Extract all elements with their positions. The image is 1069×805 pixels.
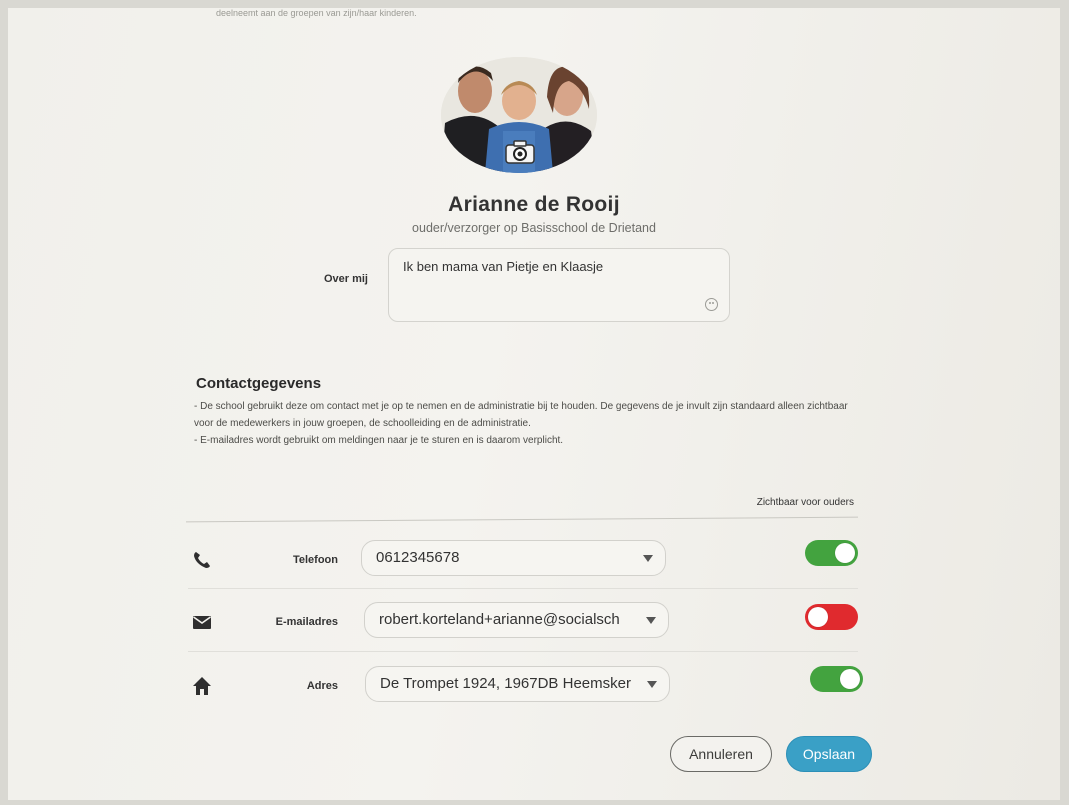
visible-for-parents-header: Zichtbaar voor ouders [756,497,854,508]
email-label: E-mailadres [275,616,338,628]
email-visibility-toggle[interactable] [805,604,858,630]
about-label: Over mij [323,273,368,285]
phone-label: Telefoon [292,554,338,566]
chevron-down-icon [647,681,657,688]
contact-row-address: Adres De Trompet 1924, 1967DB Heemsker [8,666,1060,710]
address-value: De Trompet 1924, 1967DB Heemsker [380,675,631,692]
contact-row-phone: Telefoon 0612345678 [8,540,1060,584]
profile-role: ouder/verzorger op Basisschool de Drieta… [412,221,656,235]
address-label: Adres [306,680,338,692]
address-select[interactable]: De Trompet 1924, 1967DB Heemsker [365,666,670,702]
contact-row-email: E-mailadres robert.korteland+arianne@soc… [8,602,1060,646]
home-icon [193,677,211,695]
save-button[interactable]: Opslaan [786,736,872,772]
phone-visibility-toggle[interactable] [805,540,858,566]
profile-edit-page: deelneemt aan de groepen van zijn/haar k… [8,8,1060,800]
contact-info-text: - De school gebruikt deze om contact met… [194,398,854,449]
envelope-icon [193,616,211,629]
chevron-down-icon [643,555,653,562]
row-divider [188,588,858,589]
emoji-icon[interactable] [705,298,718,311]
email-value: robert.korteland+arianne@socialsch [379,611,620,628]
contact-info-line-2: - E-mailadres wordt gebruikt om meldinge… [194,435,564,446]
email-select[interactable]: robert.korteland+arianne@socialsch [364,602,669,638]
cancel-button[interactable]: Annuleren [670,736,772,772]
profile-name: Arianne de Rooij [448,193,620,216]
camera-icon[interactable] [505,140,535,164]
row-divider [188,651,858,652]
divider [186,516,858,523]
chevron-down-icon [646,617,656,624]
truncated-intro-text: deelneemt aan de groepen van zijn/haar k… [216,8,417,18]
phone-value: 0612345678 [376,549,460,566]
contact-info-line-1: - De school gebruikt deze om contact met… [194,401,848,429]
phone-select[interactable]: 0612345678 [361,540,666,576]
phone-icon [194,552,210,568]
about-textarea[interactable]: Ik ben mama van Pietje en Klaasje [388,248,730,322]
contact-section-title: Contactgegevens [196,375,322,392]
address-visibility-toggle[interactable] [810,666,863,692]
about-text: Ik ben mama van Pietje en Klaasje [403,259,604,274]
